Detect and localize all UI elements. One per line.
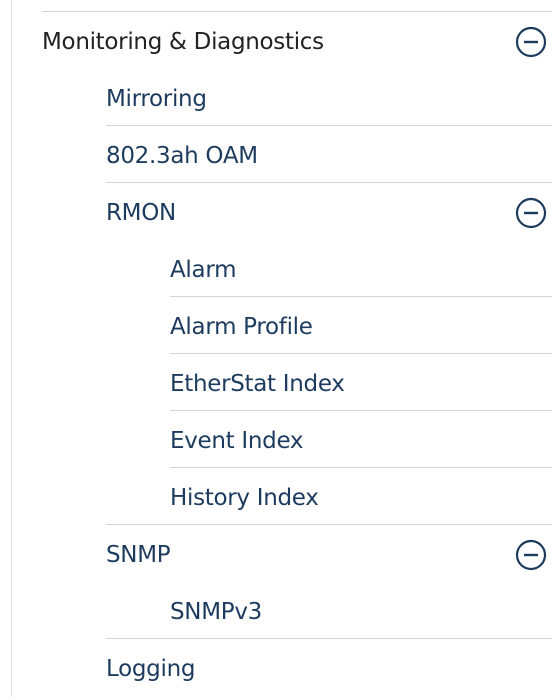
menu-item-label: RMON (106, 200, 176, 226)
collapse-minus-icon[interactable] (514, 25, 548, 59)
menu-item-label: 802.3ah OAM (106, 143, 258, 169)
menu-item-etherstat-index[interactable]: EtherStat Index (0, 354, 552, 411)
menu-item-snmpv3[interactable]: SNMPv3 (0, 582, 552, 639)
menu-item-label: Logging (106, 656, 196, 682)
menu-section-monitoring-diagnostics[interactable]: Monitoring & Diagnostics (0, 12, 552, 69)
menu-item-alarm[interactable]: Alarm (0, 240, 552, 297)
menu-item-event-index[interactable]: Event Index (0, 411, 552, 468)
menu-item-alarm-profile[interactable]: Alarm Profile (0, 297, 552, 354)
menu-item-label: SNMP (106, 542, 171, 568)
menu-item-label: Mirroring (106, 86, 207, 112)
menu-item-label: Event Index (170, 428, 304, 454)
nav-menu: Monitoring & Diagnostics Mirroring 802.3… (0, 12, 552, 696)
menu-item-mirroring[interactable]: Mirroring (0, 69, 552, 126)
collapse-minus-icon[interactable] (514, 538, 548, 572)
menu-item-history-index[interactable]: History Index (0, 468, 552, 525)
menu-item-snmp[interactable]: SNMP (0, 525, 552, 582)
menu-item-label: History Index (170, 485, 319, 511)
menu-item-label: Alarm Profile (170, 314, 313, 340)
menu-item-label: SNMPv3 (170, 599, 262, 625)
menu-item-label: EtherStat Index (170, 371, 345, 397)
menu-item-label: Alarm (170, 257, 237, 283)
menu-item-rmon[interactable]: RMON (0, 183, 552, 240)
menu-section-label: Monitoring & Diagnostics (42, 29, 324, 55)
menu-item-logging[interactable]: Logging (0, 639, 552, 696)
collapse-minus-icon[interactable] (514, 196, 548, 230)
menu-item-802-3ah-oam[interactable]: 802.3ah OAM (0, 126, 552, 183)
